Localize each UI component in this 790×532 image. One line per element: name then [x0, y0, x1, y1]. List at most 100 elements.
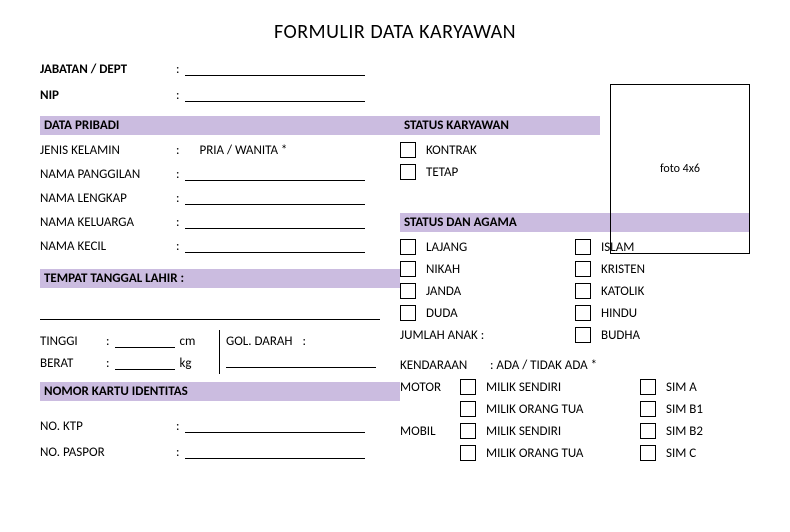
row-sim-b1: SIM B1 [640, 398, 750, 420]
row-nama-panggilan: NAMA PANGGILAN : [40, 163, 400, 185]
motor-sendiri-label: MILIK SENDIRI [486, 380, 561, 395]
ktp-field[interactable] [185, 419, 365, 433]
jenis-kelamin-value: PRIA / WANITA * [185, 143, 287, 158]
nama-kecil-label: NAMA KECIL [40, 239, 170, 254]
checkbox-sim-c[interactable] [640, 445, 656, 461]
section-tempat-lahir: TEMPAT TANGGAL LAHIR : [40, 269, 400, 288]
jabatan-field[interactable] [185, 62, 365, 76]
ktp-label: NO. KTP [40, 419, 170, 434]
colon: : [170, 167, 185, 182]
nama-keluarga-field[interactable] [185, 215, 365, 229]
row-mobil-ortu: MILIK ORANG TUA [460, 442, 640, 464]
checkbox-janda[interactable] [400, 283, 416, 299]
berat-field[interactable] [115, 356, 175, 370]
tinggi-field[interactable] [115, 334, 175, 348]
row-tetap: TETAP [400, 161, 600, 183]
checkbox-kristen[interactable] [575, 261, 591, 277]
checkbox-mobil-ortu[interactable] [460, 445, 476, 461]
tinggi-label: TINGGI [40, 334, 100, 349]
colon: : [170, 419, 185, 434]
gol-darah-label: GOL. DARAH [226, 334, 293, 349]
row-motor-ortu: MILIK ORANG TUA [460, 398, 640, 420]
row-jumlah-anak: JUMLAH ANAK : [400, 324, 575, 346]
row-nama-kecil: NAMA KECIL : [40, 235, 400, 257]
row-berat: BERAT : kg [40, 352, 219, 374]
checkbox-lajang[interactable] [400, 239, 416, 255]
checkbox-sim-a[interactable] [640, 379, 656, 395]
berat-label: BERAT [40, 356, 100, 371]
checkbox-hindu[interactable] [575, 305, 591, 321]
section-data-pribadi: DATA PRIBADI [40, 116, 400, 135]
checkbox-budha[interactable] [575, 327, 591, 343]
row-nikah: NIKAH [400, 258, 575, 280]
mobil-label-cell: MOBIL [400, 420, 460, 442]
row-tinggi: TINGGI : cm [40, 330, 219, 352]
checkbox-nikah[interactable] [400, 261, 416, 277]
colon: : [100, 334, 115, 349]
row-duda: DUDA [400, 302, 575, 324]
colon: : [170, 143, 185, 158]
photo-label: foto 4x6 [660, 162, 700, 176]
colon: : [170, 445, 185, 460]
mobil-label: MOBIL [400, 424, 436, 439]
gol-darah-field[interactable] [226, 354, 376, 368]
row-lajang: LAJANG [400, 236, 575, 258]
sim-a-label: SIM A [666, 380, 697, 395]
checkbox-kontrak[interactable] [400, 142, 416, 158]
row-paspor: NO. PASPOR : [40, 441, 400, 463]
berat-unit: kg [175, 356, 191, 371]
row-mobil-sendiri: MILIK SENDIRI [460, 420, 640, 442]
motor-ortu-label: MILIK ORANG TUA [486, 402, 583, 417]
nama-panggilan-field[interactable] [185, 167, 365, 181]
row-nama-lengkap: NAMA LENGKAP : [40, 187, 400, 209]
checkbox-katolik[interactable] [575, 283, 591, 299]
checkbox-duda[interactable] [400, 305, 416, 321]
row-budha: BUDHA [575, 324, 750, 346]
colon: : [170, 88, 185, 103]
mobil-sendiri-label: MILIK SENDIRI [486, 424, 561, 439]
row-motor-sendiri: MILIK SENDIRI [460, 376, 640, 398]
katolik-label: KATOLIK [601, 284, 644, 299]
nama-lengkap-label: NAMA LENGKAP [40, 191, 170, 206]
row-ktp: NO. KTP : [40, 415, 400, 437]
row-jenis-kelamin: JENIS KELAMIN : PRIA / WANITA * [40, 139, 400, 161]
tempat-lahir-field[interactable] [40, 306, 380, 320]
colon: : [100, 356, 115, 371]
tetap-label: TETAP [426, 165, 458, 180]
sim-b2-label: SIM B2 [666, 424, 703, 439]
colon: : [293, 334, 316, 349]
checkbox-motor-ortu[interactable] [460, 401, 476, 417]
nama-lengkap-field[interactable] [185, 191, 365, 205]
kristen-label: KRISTEN [601, 262, 645, 277]
sim-b1-label: SIM B1 [666, 402, 703, 417]
row-katolik: KATOLIK [575, 280, 750, 302]
checkbox-tetap[interactable] [400, 164, 416, 180]
tinggi-unit: cm [175, 334, 195, 349]
checkbox-motor-sendiri[interactable] [460, 379, 476, 395]
row-gol-darah: GOL. DARAH : [226, 330, 400, 352]
colon: : [170, 191, 185, 206]
photo-box: foto 4x6 [610, 84, 750, 254]
section-status-karyawan: STATUS KARYAWAN [400, 116, 600, 135]
row-sim-b2: SIM B2 [640, 420, 750, 442]
motor-label: MOTOR [400, 380, 441, 395]
checkbox-sim-b2[interactable] [640, 423, 656, 439]
checkbox-islam[interactable] [575, 239, 591, 255]
nama-panggilan-label: NAMA PANGGILAN [40, 167, 170, 182]
kontrak-label: KONTRAK [426, 143, 477, 158]
checkbox-sim-b1[interactable] [640, 401, 656, 417]
janda-label: JANDA [426, 284, 461, 299]
nama-keluarga-label: NAMA KELUARGA [40, 215, 170, 230]
colon: : [170, 62, 185, 77]
nama-kecil-field[interactable] [185, 239, 365, 253]
jabatan-label: JABATAN / DEPT [40, 62, 170, 77]
jenis-kelamin-label: JENIS KELAMIN [40, 143, 170, 158]
row-nama-keluarga: NAMA KELUARGA : [40, 211, 400, 233]
motor-label-cell: MOTOR [400, 376, 460, 398]
kendaraan-label: KENDARAAN [400, 358, 490, 373]
nip-field[interactable] [185, 88, 365, 102]
checkbox-mobil-sendiri[interactable] [460, 423, 476, 439]
paspor-label: NO. PASPOR [40, 445, 170, 460]
paspor-field[interactable] [185, 445, 365, 459]
hindu-label: HINDU [601, 306, 637, 321]
